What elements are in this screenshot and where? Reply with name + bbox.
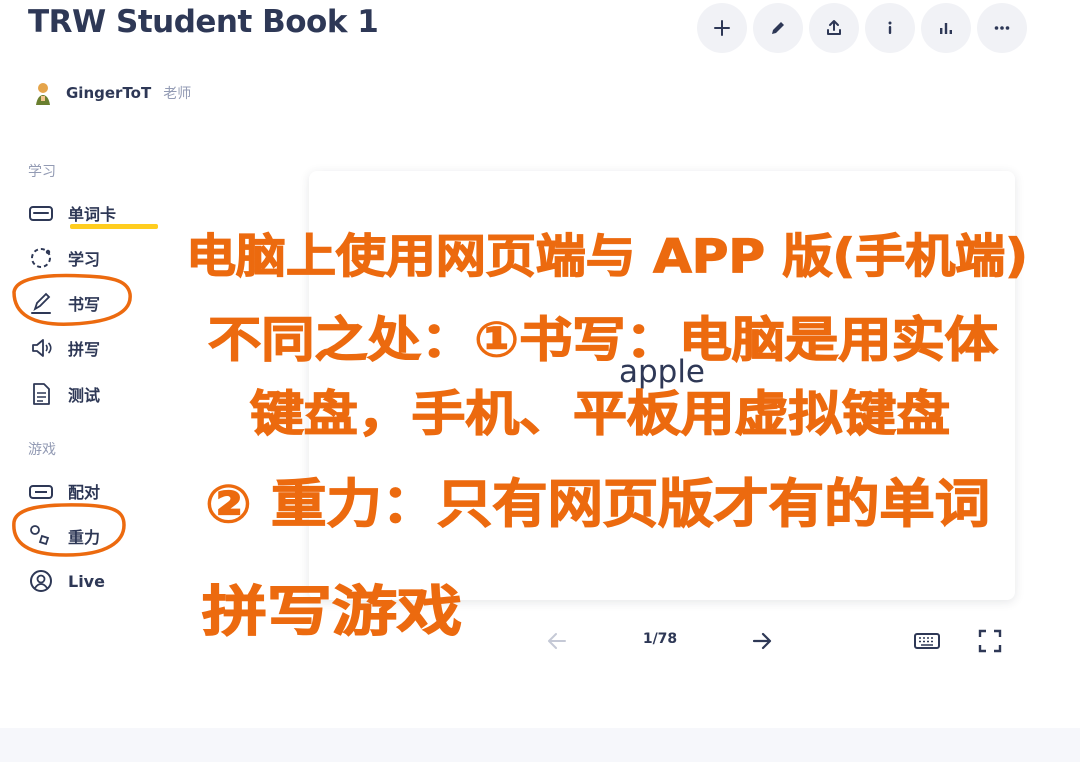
sidebar-item-gravity[interactable]: 重力 — [28, 521, 158, 551]
card-navigation: 1/78 — [540, 622, 1010, 658]
bar-chart-icon — [940, 23, 952, 34]
sidebar-item-label: 重力 — [68, 528, 101, 547]
share-button[interactable] — [809, 3, 859, 53]
sidebar-item-label: 拼写 — [68, 340, 101, 359]
toolbar — [697, 3, 1027, 53]
more-icon — [994, 26, 1010, 30]
page-title: TRW Student Book 1 — [28, 4, 379, 40]
flashcard[interactable]: apple — [309, 171, 1015, 600]
gravity-icon — [30, 525, 50, 546]
learn-icon — [31, 248, 51, 268]
sidebar-item-learn[interactable]: 学习 — [28, 243, 158, 273]
match-icon — [29, 485, 53, 499]
study-section-label: 学习 — [28, 164, 56, 180]
more-button[interactable] — [977, 3, 1027, 53]
flashcard-term: apple — [618, 353, 706, 390]
spell-icon — [32, 339, 52, 357]
test-icon — [33, 383, 50, 405]
sidebar-item-spell[interactable]: 拼写 — [28, 333, 158, 363]
sidebar-item-label: 书写 — [68, 295, 101, 314]
footer-band — [0, 728, 1080, 762]
live-icon — [30, 570, 52, 592]
keyboard-icon[interactable] — [913, 627, 941, 655]
author-name[interactable]: GingerToT — [66, 84, 151, 102]
sidebar-item-label: 配对 — [68, 483, 101, 502]
arrow-left-icon[interactable] — [543, 627, 571, 655]
info-button[interactable] — [865, 3, 915, 53]
pencil-icon — [772, 22, 784, 34]
sidebar-item-label: 单词卡 — [68, 205, 117, 224]
sidebar-item-label: 学习 — [68, 250, 101, 269]
plus-icon — [714, 20, 730, 36]
sidebar-item-test[interactable]: 测试 — [28, 379, 158, 409]
active-indicator — [70, 224, 158, 229]
write-icon — [31, 292, 51, 314]
card-counter: 1/78 — [642, 631, 678, 647]
fullscreen-icon[interactable] — [976, 627, 1004, 655]
sidebar-item-match[interactable]: 配对 — [28, 476, 158, 506]
sidebar-item-label: 测试 — [68, 386, 101, 405]
arrow-right-icon[interactable] — [748, 627, 776, 655]
sidebar-item-write[interactable]: 书写 — [28, 288, 158, 318]
flashcards-icon — [29, 206, 53, 221]
edit-button[interactable] — [753, 3, 803, 53]
sidebar-item-label: Live — [68, 571, 105, 591]
stats-button[interactable] — [921, 3, 971, 53]
info-icon — [888, 21, 892, 34]
share-icon — [827, 20, 841, 35]
games-section-label: 游戏 — [28, 442, 56, 458]
avatar[interactable] — [28, 78, 58, 108]
sidebar-item-live[interactable]: Live — [28, 566, 158, 596]
add-button[interactable] — [697, 3, 747, 53]
author-role: 老师 — [163, 86, 192, 102]
author-info[interactable]: GingerToT 老师 — [28, 78, 191, 108]
